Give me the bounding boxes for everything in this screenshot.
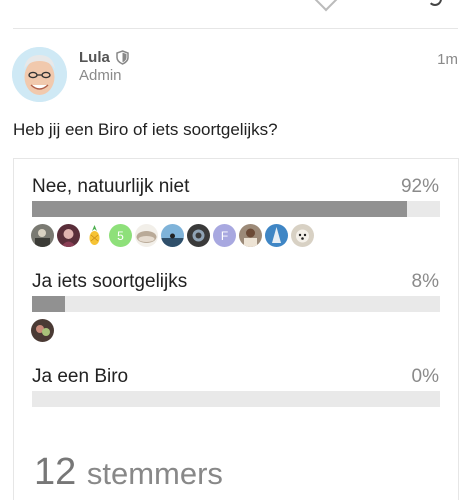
voter-avatar[interactable] xyxy=(31,319,54,342)
voter-avatar[interactable] xyxy=(265,224,288,247)
voter-avatar[interactable] xyxy=(31,224,54,247)
poll-option-percent: 8% xyxy=(411,271,439,292)
author-name[interactable]: Lula xyxy=(79,49,110,66)
poll-option-label: Ja iets soortgelijks xyxy=(32,271,188,292)
voter-avatar[interactable]: 5 xyxy=(109,224,132,247)
avatar[interactable] xyxy=(12,47,67,102)
poll-option-bar xyxy=(32,296,440,312)
dog-icon[interactable] xyxy=(291,224,314,247)
poll-option-bar xyxy=(32,201,440,217)
divider xyxy=(13,28,458,29)
voter-total: 12 stemmers xyxy=(34,451,223,494)
poll-option-percent: 0% xyxy=(411,366,439,387)
poll-option-percent: 92% xyxy=(400,176,439,197)
voter-avatar[interactable]: F xyxy=(213,224,236,247)
toolbar-partial xyxy=(0,0,471,12)
author-role: Admin xyxy=(79,67,122,84)
voter-avatar[interactable] xyxy=(57,224,80,247)
hedgehog-icon[interactable] xyxy=(135,224,158,247)
post-time[interactable]: 1m xyxy=(437,51,458,68)
reply-icon[interactable] xyxy=(428,0,442,6)
poll-option-bar-fill xyxy=(32,201,408,217)
poll-option-bar-fill xyxy=(32,296,65,312)
voter-avatar[interactable] xyxy=(187,224,210,247)
voter-total-label: stemmers xyxy=(86,456,223,491)
poll-option-label: Ja een Biro xyxy=(32,366,129,387)
shield-icon xyxy=(116,50,129,65)
pineapple-icon[interactable] xyxy=(83,224,106,247)
poll-voters xyxy=(31,319,54,342)
poll-option-label: Nee, natuurlijk niet xyxy=(32,176,190,197)
like-icon[interactable] xyxy=(314,0,338,12)
voter-total-number: 12 xyxy=(34,451,77,493)
voter-avatar[interactable] xyxy=(161,224,184,247)
post-question: Heb jij een Biro of iets soortgelijks? xyxy=(13,120,278,139)
poll-option-bar xyxy=(32,391,440,407)
poll-voters: 5 F xyxy=(31,224,314,247)
voter-avatar[interactable] xyxy=(239,224,262,247)
